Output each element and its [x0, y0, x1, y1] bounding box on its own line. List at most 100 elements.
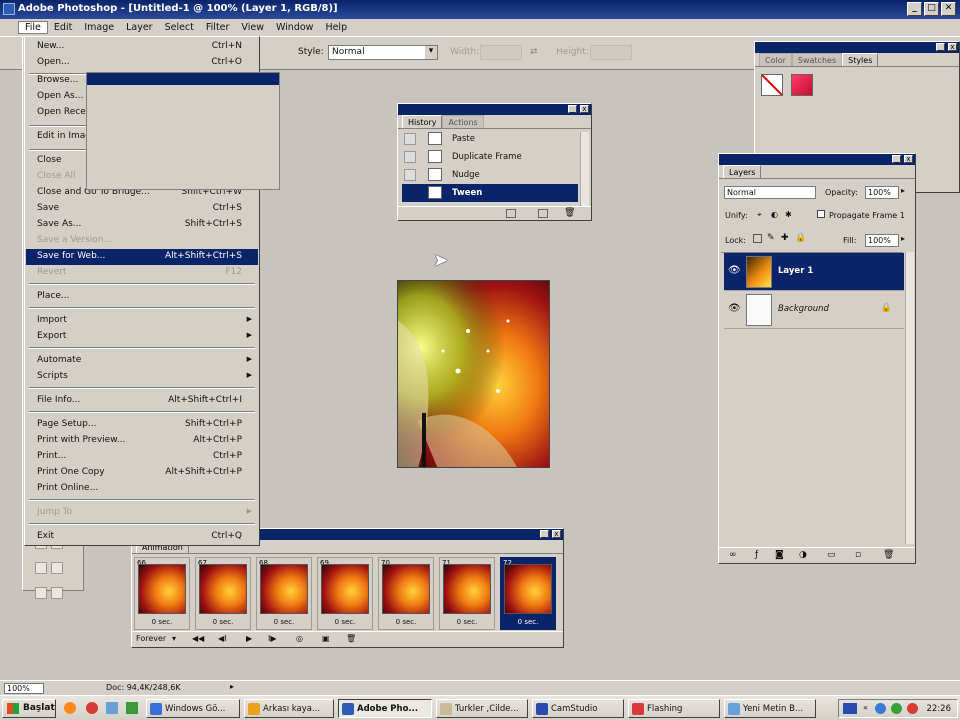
file-menu-item[interactable]: Export ▶	[26, 329, 258, 345]
taskbar-button[interactable]: Windows Gö...	[146, 699, 240, 718]
fill-field[interactable]: 100%	[865, 234, 899, 247]
layers-scrollbar[interactable]	[905, 252, 914, 544]
frame-delay[interactable]: 0 sec.	[196, 618, 250, 626]
new-layer-icon[interactable]: ▫	[855, 550, 861, 560]
file-menu-item[interactable]: Place...	[26, 289, 258, 305]
file-menu-item[interactable]: New... Ctrl+N	[26, 39, 258, 55]
tween-icon[interactable]: ◎	[296, 634, 303, 643]
trash-icon[interactable]: 🗑	[564, 208, 575, 218]
animation-frame[interactable]: 66 0 sec.	[134, 557, 190, 630]
taskbar-button[interactable]: CamStudio	[532, 699, 624, 718]
panel-minimize-button[interactable]: _	[540, 530, 549, 538]
language-icon[interactable]	[843, 703, 857, 714]
file-menu-item[interactable]: Automate ▶	[26, 353, 258, 369]
taskbar-button[interactable]: Flashing	[628, 699, 720, 718]
new-snapshot-icon[interactable]	[538, 209, 548, 218]
menu-select[interactable]: Select	[159, 22, 200, 33]
panel-minimize-button[interactable]: _	[892, 155, 901, 163]
panel-close-button[interactable]: x	[580, 105, 589, 113]
zoom-field[interactable]: 100%	[4, 683, 44, 694]
fullscreen-mode-icon[interactable]	[51, 587, 63, 599]
loop-dropdown-icon[interactable]: ▾	[172, 634, 176, 643]
menu-image[interactable]: Image	[78, 22, 120, 33]
height-field[interactable]	[590, 45, 632, 60]
link-layers-icon[interactable]: ∞	[729, 550, 737, 560]
panel-close-button[interactable]: x	[552, 530, 561, 538]
lock-all-icon[interactable]: 🔒	[795, 233, 806, 243]
start-button[interactable]: Başlat	[2, 699, 56, 718]
panel-minimize-button[interactable]: _	[568, 105, 577, 113]
new-document-icon[interactable]	[506, 209, 516, 218]
taskbar-button[interactable]: Turkler ,Cilde...	[436, 699, 528, 718]
panel-minimize-button[interactable]: _	[936, 43, 945, 51]
tab-styles[interactable]: Styles	[842, 53, 879, 66]
style-select[interactable]: Normal	[328, 45, 438, 60]
quicklaunch-icon[interactable]	[126, 702, 138, 714]
tray-app-icon[interactable]	[907, 703, 918, 714]
opacity-arrow-icon[interactable]: ▸	[901, 186, 905, 195]
file-menu-item[interactable]: Print Online...	[26, 481, 258, 497]
animation-frame[interactable]: 69 0 sec.	[317, 557, 373, 630]
maximize-button[interactable]: □	[924, 2, 939, 16]
frame-delay[interactable]: 0 sec.	[257, 618, 311, 626]
delete-layer-icon[interactable]: 🗑	[883, 550, 894, 560]
history-item[interactable]: Nudge	[402, 166, 578, 184]
menu-window[interactable]: Window	[270, 22, 319, 33]
screen-mode-icon[interactable]	[35, 587, 47, 599]
minimize-button[interactable]: _	[907, 2, 922, 16]
adjustment-layer-icon[interactable]: ◑	[799, 550, 807, 560]
frame-delay[interactable]: 0 sec.	[501, 618, 555, 626]
standard-mode-icon[interactable]	[35, 562, 47, 574]
close-button[interactable]: ✕	[941, 2, 956, 16]
file-menu-item[interactable]: Import ▶	[26, 313, 258, 329]
history-item[interactable]: Paste	[402, 130, 578, 148]
frame-delay[interactable]: 0 sec.	[440, 618, 494, 626]
eye-icon[interactable]: 👁	[728, 303, 742, 315]
file-menu-item[interactable]: Save As... Shift+Ctrl+S	[26, 217, 258, 233]
frame-delay[interactable]: 0 sec.	[379, 618, 433, 626]
layer-row[interactable]: 👁 Background 🔒	[724, 291, 904, 329]
file-menu-item[interactable]: File Info... Alt+Shift+Ctrl+I	[26, 393, 258, 409]
tray-app-icon[interactable]	[875, 703, 886, 714]
menu-edit[interactable]: Edit	[48, 22, 78, 33]
fill-arrow-icon[interactable]: ▸	[901, 234, 905, 243]
frame-delay[interactable]: 0 sec.	[318, 618, 372, 626]
file-menu-item[interactable]: Print with Preview... Alt+Ctrl+P	[26, 433, 258, 449]
tab-actions[interactable]: Actions	[442, 115, 484, 128]
history-scrollbar[interactable]	[580, 132, 589, 207]
animation-frame[interactable]: 68 0 sec.	[256, 557, 312, 630]
lock-move-icon[interactable]: ✚	[781, 233, 789, 243]
taskbar-button[interactable]: Yeni Metin B...	[724, 699, 816, 718]
tray-arrow-icon[interactable]: «	[863, 703, 868, 712]
menu-filter[interactable]: Filter	[200, 22, 236, 33]
status-arrow-icon[interactable]: ▸	[230, 682, 234, 691]
animation-frame[interactable]: 70 0 sec.	[378, 557, 434, 630]
style-swatch[interactable]	[791, 74, 813, 96]
file-menu-item[interactable]: Page Setup... Shift+Ctrl+P	[26, 417, 258, 433]
swap-icon[interactable]: ⇄	[530, 47, 538, 57]
delete-frame-icon[interactable]: 🗑	[346, 634, 356, 643]
taskbar-button[interactable]: Adobe Pho...	[338, 699, 432, 718]
prev-frame-icon[interactable]: ◀I	[218, 634, 227, 643]
file-menu-item[interactable]: Print One Copy Alt+Shift+Ctrl+P	[26, 465, 258, 481]
unify-position-icon[interactable]: ⌖	[757, 210, 762, 220]
duplicate-frame-icon[interactable]: ▣	[322, 634, 330, 643]
file-menu-item[interactable]: Exit Ctrl+Q	[26, 529, 258, 545]
file-menu-item[interactable]: Print... Ctrl+P	[26, 449, 258, 465]
play-icon[interactable]: ▶	[246, 634, 252, 643]
layer-mask-icon[interactable]: ◙	[775, 550, 784, 560]
firefox-icon[interactable]	[64, 702, 76, 714]
next-frame-icon[interactable]: I▶	[268, 634, 277, 643]
tab-swatches[interactable]: Swatches	[791, 53, 843, 66]
propagate-checkbox[interactable]	[817, 210, 825, 218]
document-canvas[interactable]	[397, 280, 550, 468]
lock-paint-icon[interactable]: ✎	[767, 233, 775, 243]
menu-file[interactable]: File	[18, 21, 48, 34]
history-item[interactable]: Duplicate Frame	[402, 148, 578, 166]
menu-help[interactable]: Help	[319, 22, 353, 33]
file-menu-item[interactable]: Save for Web... Alt+Shift+Ctrl+S	[26, 249, 258, 265]
layer-style-icon[interactable]: ƒ	[755, 550, 758, 560]
file-menu-item[interactable]: Open... Ctrl+O	[26, 55, 258, 71]
lock-transparency-icon[interactable]	[753, 234, 762, 243]
unify-visibility-icon[interactable]: ◐	[771, 210, 778, 219]
